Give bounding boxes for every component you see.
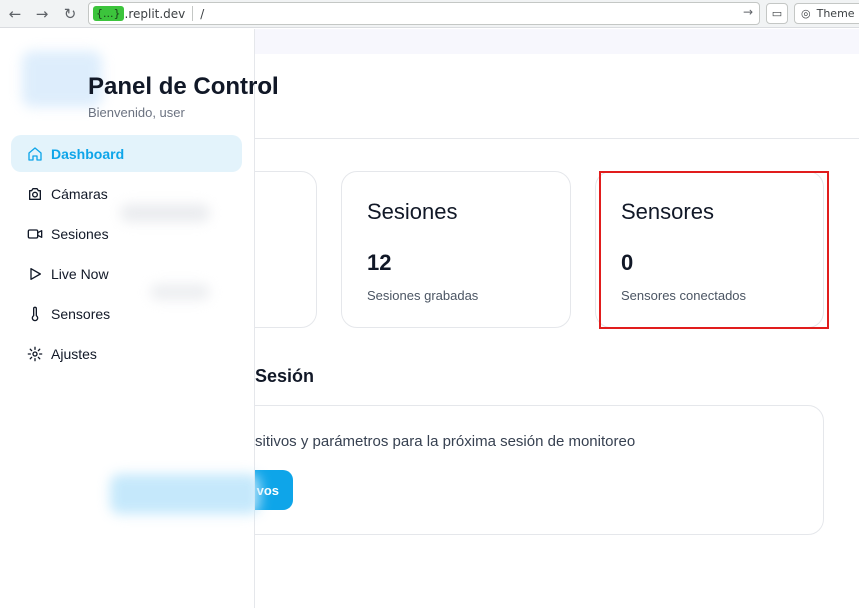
gear-icon xyxy=(26,345,43,362)
app-page: Panel de Control Bienvenido, user Sesion… xyxy=(0,29,859,608)
section-title: Sesión xyxy=(255,366,315,386)
sidebar-item-ajustes[interactable]: Ajustes xyxy=(11,335,242,372)
sidebar-item-label: Cámaras xyxy=(51,185,108,202)
sidebar-item-camaras[interactable]: Cámaras xyxy=(11,175,242,212)
reload-icon[interactable]: ↻ xyxy=(60,4,80,24)
url-path: / xyxy=(200,6,205,21)
sidebar-item-label: Sensores xyxy=(51,305,111,322)
address-bar[interactable]: {...} .replit.dev / → xyxy=(88,2,760,25)
camera-icon xyxy=(26,185,43,202)
play-icon xyxy=(26,265,43,282)
card-title: Sesiones xyxy=(367,199,458,224)
sidebar-item-live-now[interactable]: Live Now xyxy=(11,255,242,292)
thermometer-icon xyxy=(26,305,43,322)
url-highlight: {...} xyxy=(93,6,124,21)
sidebar-item-sensores[interactable]: Sensores xyxy=(11,295,242,332)
sidebar-item-sesiones[interactable]: Sesiones xyxy=(11,215,242,252)
stat-card-sesiones: Sesiones 12 Sesiones grabadas xyxy=(341,171,571,328)
card-caption: Sesiones grabadas xyxy=(367,288,479,303)
highlight-box xyxy=(599,171,829,329)
sidebar-menu: Dashboard Cámaras Sesiones Live Now Sens… xyxy=(11,135,242,375)
sidebar-item-label: Dashboard xyxy=(51,145,125,162)
url-divider xyxy=(192,6,194,21)
sidebar-item-label: Ajustes xyxy=(51,345,97,362)
card-value: 12 xyxy=(367,250,392,275)
button-blur xyxy=(110,474,260,514)
video-icon xyxy=(26,225,43,242)
top-strip xyxy=(255,29,859,54)
session-card xyxy=(200,405,824,535)
sidebar-item-label: Live Now xyxy=(51,265,109,282)
browser-toolbar: ← → ↻ {...} .replit.dev / → ▭ ◎ Theme xyxy=(0,0,859,28)
screen-icon[interactable]: ▭ xyxy=(766,3,788,24)
back-icon[interactable]: ← xyxy=(5,4,25,24)
url-domain: .replit.dev xyxy=(124,6,186,21)
go-arrow-icon[interactable]: → xyxy=(743,5,753,19)
session-description: sitivos y parámetros para la próxima ses… xyxy=(255,433,636,450)
sidebar-item-label: Sesiones xyxy=(51,225,109,242)
page-subtitle-overlay: Bienvenido, user xyxy=(88,105,185,120)
forward-icon[interactable]: → xyxy=(32,4,52,24)
page-title-overlay: Panel de Control xyxy=(88,73,279,100)
home-icon xyxy=(26,145,43,162)
theme-button[interactable]: ◎ Theme xyxy=(794,3,859,24)
palette-icon: ◎ xyxy=(801,7,811,20)
theme-label: Theme xyxy=(816,7,855,20)
sidebar-item-dashboard[interactable]: Dashboard xyxy=(11,135,242,172)
